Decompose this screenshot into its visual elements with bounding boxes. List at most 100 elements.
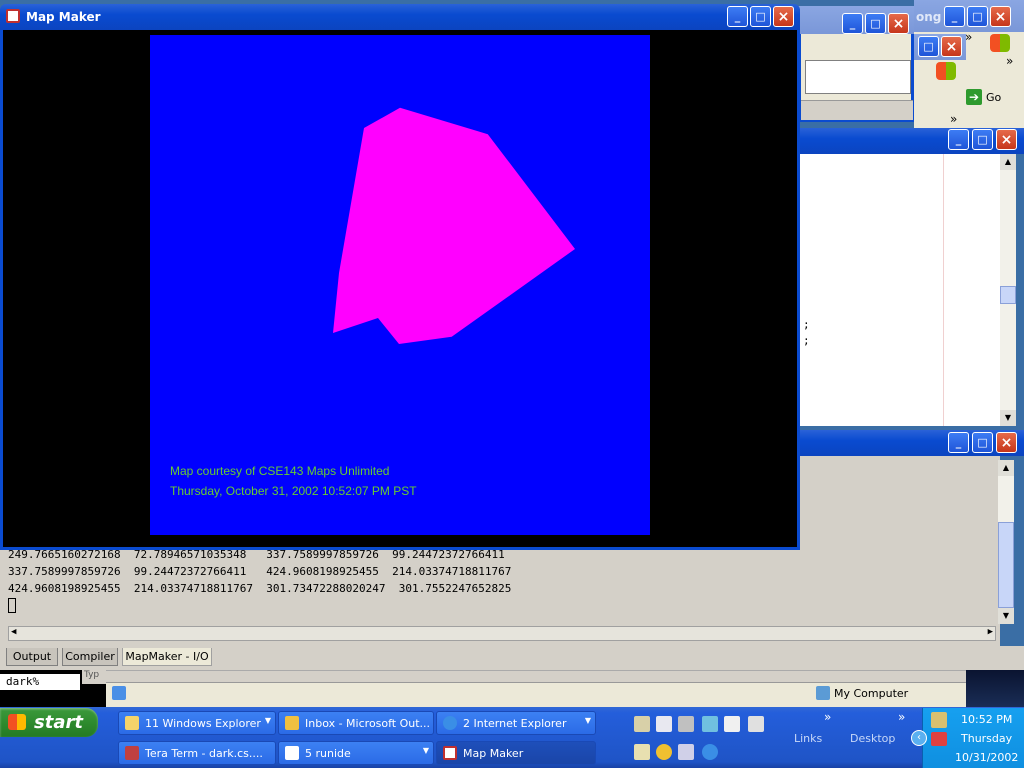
task-outlook-inbox[interactable]: Inbox - Microsoft Out... bbox=[278, 711, 434, 735]
console-line: 337.7589997859726 99.24472372766411 424.… bbox=[8, 565, 512, 578]
toolbar-chevron[interactable]: » bbox=[824, 710, 831, 724]
ie-icon bbox=[443, 716, 457, 730]
console-tabs: Output Compiler MapMaker - I/O bbox=[0, 646, 1024, 670]
text-cursor bbox=[8, 598, 16, 613]
quick-launch-icon[interactable] bbox=[678, 716, 694, 732]
bg2-partial-title: ong bbox=[916, 10, 942, 24]
scroll-left-arrow-icon[interactable]: ◀ bbox=[11, 627, 16, 637]
quick-launch-icon[interactable] bbox=[702, 744, 718, 760]
bg3-maximize-button[interactable]: □ bbox=[918, 36, 939, 57]
mapmaker-icon bbox=[443, 746, 457, 760]
chevron-icon[interactable]: » bbox=[950, 112, 957, 126]
scroll-up-arrow-icon[interactable]: ▲ bbox=[1000, 154, 1016, 170]
terminal-partial-label: Typ bbox=[82, 670, 106, 684]
folder-icon bbox=[125, 716, 139, 730]
quick-launch-icon[interactable] bbox=[656, 744, 672, 760]
tab-output[interactable]: Output bbox=[6, 648, 58, 666]
editor-minimize-button[interactable]: _ bbox=[948, 129, 969, 150]
task-internet-explorer[interactable]: 2 Internet Explorer ▼ bbox=[436, 711, 596, 735]
task-tera-term[interactable]: Tera Term - dark.cs.... bbox=[118, 741, 276, 765]
quick-launch-icon[interactable] bbox=[634, 744, 650, 760]
scroll-right-arrow-icon[interactable]: ▶ bbox=[988, 627, 993, 637]
window-title: Map Maker bbox=[26, 10, 101, 24]
console-vertical-scrollbar[interactable]: ▲ ▼ bbox=[998, 460, 1014, 624]
console-maximize-button[interactable]: □ bbox=[972, 432, 993, 453]
outlook-icon bbox=[285, 716, 299, 730]
chevron-icon[interactable]: » bbox=[1006, 54, 1013, 68]
editor-vertical-scrollbar[interactable]: ▲ ▼ bbox=[1000, 154, 1016, 426]
go-arrow-icon: ➔ bbox=[966, 89, 982, 105]
chevron-icon[interactable]: » bbox=[965, 30, 972, 44]
ie-page-icon bbox=[112, 686, 126, 700]
window-icon bbox=[285, 746, 299, 760]
go-button[interactable]: ➔ Go bbox=[966, 86, 1012, 108]
quick-launch-icon[interactable] bbox=[702, 716, 718, 732]
start-button[interactable]: start bbox=[0, 708, 98, 737]
bg2-close-button[interactable]: × bbox=[990, 6, 1011, 27]
console-horizontal-scrollbar[interactable]: ◀ ▶ bbox=[8, 626, 996, 641]
quick-launch bbox=[630, 710, 770, 766]
editor-close-button[interactable]: × bbox=[996, 129, 1017, 150]
toolbar-links[interactable]: Links bbox=[794, 732, 822, 745]
map-canvas[interactable]: Map courtesy of CSE143 Maps Unlimited Th… bbox=[150, 35, 650, 535]
terminal-window[interactable]: dark% Typ bbox=[0, 670, 110, 707]
bg1-close-button[interactable]: × bbox=[888, 13, 909, 34]
tab-compiler[interactable]: Compiler bbox=[62, 648, 118, 666]
windows-logo-icon bbox=[936, 62, 956, 80]
map-canvas-area: Map courtesy of CSE143 Maps Unlimited Th… bbox=[0, 30, 800, 550]
map-maximize-button[interactable]: □ bbox=[750, 6, 771, 27]
windows-flag-icon bbox=[8, 714, 26, 730]
system-tray: ‹ 10:52 PM Thursday 10/31/2002 bbox=[911, 708, 1024, 768]
quick-launch-icon[interactable] bbox=[724, 716, 740, 732]
console-minimize-button[interactable]: _ bbox=[948, 432, 969, 453]
tray-icon[interactable] bbox=[931, 732, 947, 746]
map-timestamp: Thursday, October 31, 2002 10:52:07 PM P… bbox=[170, 484, 417, 498]
map-close-button[interactable]: × bbox=[773, 6, 794, 27]
terminal-prompt: dark% bbox=[6, 675, 40, 688]
task-map-maker[interactable]: Map Maker bbox=[436, 741, 596, 765]
task-windows-explorer[interactable]: 11 Windows Explorer ▼ bbox=[118, 711, 276, 735]
toolbar-desktop[interactable]: Desktop bbox=[850, 732, 895, 745]
code-semicolon: ; bbox=[803, 318, 810, 331]
clock-day: Thursday bbox=[961, 732, 1013, 745]
tray-icon[interactable] bbox=[931, 712, 947, 728]
background-window-1[interactable]: _ □ × bbox=[798, 6, 914, 122]
scroll-thumb[interactable] bbox=[998, 522, 1014, 608]
editor-maximize-button[interactable]: □ bbox=[972, 129, 993, 150]
quick-launch-icon[interactable] bbox=[678, 744, 694, 760]
bg2-maximize-button[interactable]: □ bbox=[967, 6, 988, 27]
map-credit: Map courtesy of CSE143 Maps Unlimited bbox=[170, 464, 389, 478]
code-editor[interactable]: ; ; bbox=[798, 154, 1000, 426]
toolbar-chevron[interactable]: » bbox=[898, 710, 905, 724]
task-runide[interactable]: 5 runide ▼ bbox=[278, 741, 434, 765]
teraterm-icon bbox=[125, 746, 139, 760]
bg2-minimize-button[interactable]: _ bbox=[944, 6, 965, 27]
tab-mapmaker-io[interactable]: MapMaker - I/O bbox=[122, 648, 212, 666]
status-bar: My Computer bbox=[106, 670, 966, 707]
scroll-down-arrow-icon[interactable]: ▼ bbox=[998, 608, 1014, 624]
quick-launch-icon[interactable] bbox=[748, 716, 764, 732]
code-semicolon: ; bbox=[803, 334, 810, 347]
bg1-maximize-button[interactable]: □ bbox=[865, 13, 886, 34]
background-window-2[interactable]: ong _ □ × □ × » » ➔ Go » bbox=[914, 0, 1024, 128]
scroll-up-arrow-icon[interactable]: ▲ bbox=[998, 460, 1014, 476]
dropdown-arrow-icon: ▼ bbox=[422, 746, 429, 755]
quick-launch-icon[interactable] bbox=[634, 716, 650, 732]
bg1-minimize-button[interactable]: _ bbox=[842, 13, 863, 34]
tray-expand-icon[interactable]: ‹ bbox=[911, 730, 927, 746]
dropdown-arrow-icon: ▼ bbox=[584, 716, 591, 725]
map-maker-title-bar[interactable]: Map Maker bbox=[0, 4, 800, 30]
console-line: 424.9608198925455 214.03374718811767 301… bbox=[8, 582, 512, 595]
dropdown-arrow-icon: ▼ bbox=[264, 716, 271, 725]
map-maker-window[interactable]: Map Maker _ □ × Map courtesy of CSE143 M… bbox=[0, 4, 800, 550]
quick-launch-icon[interactable] bbox=[656, 716, 672, 732]
console-close-button[interactable]: × bbox=[996, 432, 1017, 453]
editor-window[interactable]: _ □ × ; ; ▲ ▼ bbox=[798, 128, 1024, 428]
map-minimize-button[interactable]: _ bbox=[727, 6, 748, 27]
scroll-thumb[interactable] bbox=[1000, 286, 1016, 304]
zone-label: My Computer bbox=[834, 687, 909, 700]
clock-date: 10/31/2002 bbox=[955, 751, 1019, 764]
scroll-down-arrow-icon[interactable]: ▼ bbox=[1000, 410, 1016, 426]
bg3-close-button[interactable]: × bbox=[941, 36, 962, 57]
clock-time[interactable]: 10:52 PM bbox=[961, 713, 1012, 726]
